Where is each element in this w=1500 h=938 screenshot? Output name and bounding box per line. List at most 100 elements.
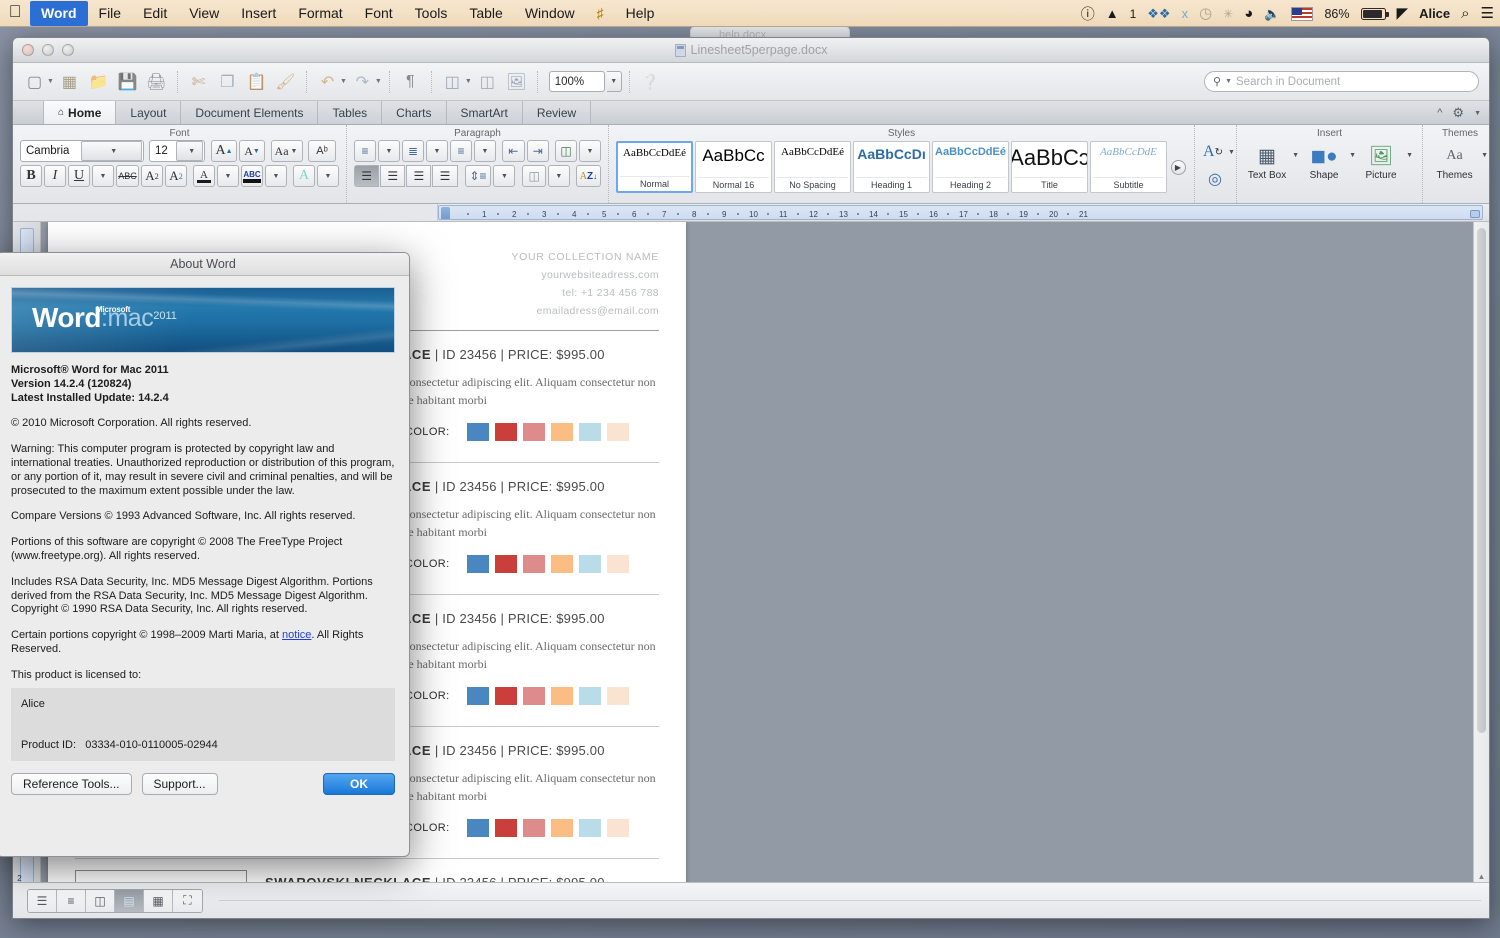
font-color-dropdown-icon[interactable]: ▼ [217, 165, 239, 187]
columns-dropdown-icon[interactable]: ▼ [465, 78, 472, 85]
color-swatch[interactable] [522, 687, 545, 705]
color-swatch[interactable] [466, 819, 489, 837]
underline-dropdown-icon[interactable]: ▼ [92, 165, 114, 187]
menu-item-help[interactable]: Help [615, 1, 666, 26]
media-browser-icon[interactable]: 🖼 [503, 68, 530, 95]
menu-item-font[interactable]: Font [354, 1, 404, 26]
insert-shape[interactable]: ◼● Shape [1301, 142, 1347, 182]
menu-item-file[interactable]: File [88, 1, 133, 26]
new-document-dropdown-icon[interactable]: ▼ [47, 78, 54, 85]
align-center-icon[interactable]: ☰ [380, 165, 406, 187]
text-effects-dropdown-icon[interactable]: ▼ [317, 165, 339, 187]
cut-icon[interactable]: ✄ [185, 68, 212, 95]
change-case-icon[interactable]: Aa ▼ [271, 140, 303, 162]
increase-indent-icon[interactable]: ⇥ [526, 140, 549, 162]
multilevel-list-icon[interactable]: ≡ [450, 140, 472, 162]
font-color-button[interactable]: A [193, 165, 215, 187]
zoom-window-button[interactable] [62, 44, 74, 56]
format-painter-icon[interactable]: 🖌 [272, 68, 299, 95]
color-swatch[interactable] [522, 423, 545, 441]
minimize-window-button[interactable] [42, 44, 54, 56]
borders-dropdown-icon[interactable]: ▼ [579, 140, 601, 162]
outline-view-icon[interactable]: ≡ [57, 889, 86, 912]
menu-item-window[interactable]: Window [514, 1, 586, 26]
color-swatch[interactable] [550, 687, 573, 705]
change-styles-icon[interactable]: A ↻ [1202, 140, 1224, 164]
themes-dropdown-icon[interactable]: ▼ [1479, 142, 1489, 159]
shading-dropdown-icon[interactable]: ▼ [547, 165, 570, 187]
color-swatch[interactable] [466, 423, 489, 441]
italic-button[interactable]: I [44, 165, 66, 187]
spotlight-search-icon[interactable]: ⌕ [1461, 6, 1469, 21]
color-swatch[interactable] [550, 423, 573, 441]
font-name-dropdown-icon[interactable]: ▼ [80, 141, 142, 161]
color-swatch[interactable] [606, 687, 629, 705]
color-swatch[interactable] [578, 819, 601, 837]
open-icon[interactable]: 📁 [85, 68, 112, 95]
align-justify-icon[interactable]: ☰ [432, 165, 458, 187]
bold-button[interactable]: B [20, 165, 42, 187]
color-swatch[interactable] [578, 687, 601, 705]
clear-formatting-icon[interactable]: Aᵇ [308, 140, 336, 162]
draft-view-icon[interactable]: ☰ [28, 889, 57, 912]
bulleted-list-dropdown-icon[interactable]: ▼ [378, 140, 400, 162]
text-box-dropdown-icon[interactable]: ▼ [1290, 142, 1301, 159]
scroll-up-icon[interactable]: ▲ [1476, 871, 1487, 882]
tab-home[interactable]: ⌂ Home [43, 101, 117, 124]
zoom-input[interactable]: 100% [548, 71, 605, 92]
clock-icon[interactable]: ◷ [1199, 6, 1212, 21]
line-spacing-icon[interactable]: ⇕≡ [464, 165, 492, 187]
color-swatch[interactable] [578, 423, 601, 441]
user-menu-label[interactable]: Alice [1419, 6, 1450, 21]
gear-icon[interactable]: ⚙ [1452, 105, 1464, 121]
vertical-scrollbar[interactable]: ▲ ◎ ▼ [1473, 222, 1489, 906]
underline-button[interactable]: U [68, 165, 90, 187]
horizontal-ruler[interactable]: 1 2 3 4 5 6 7 8 9 10 11 12 13 14 15 16 1… [438, 205, 1483, 220]
numbered-list-icon[interactable]: ≣ [402, 140, 424, 162]
borders-icon[interactable]: ◫ [555, 140, 577, 162]
numbered-list-dropdown-icon[interactable]: ▼ [426, 140, 448, 162]
font-name-combo[interactable]: Cambria ▼ [20, 140, 144, 162]
apple-menu-icon[interactable]:  [0, 3, 30, 23]
tab-review[interactable]: Review [521, 101, 592, 124]
bulleted-list-icon[interactable]: ≡ [354, 140, 376, 162]
color-swatch[interactable] [606, 819, 629, 837]
x11-icon[interactable]: x [1182, 7, 1189, 20]
insert-picture[interactable]: 🖼 Picture [1358, 142, 1404, 181]
notice-link[interactable]: notice [282, 629, 311, 641]
style-heading-2[interactable]: AaBbCcDdEé Heading 2 [932, 141, 1009, 193]
dropbox-icon[interactable]: ⓘ [1081, 7, 1095, 21]
search-in-document-field[interactable]: ⚲ ▼ Search in Document [1204, 71, 1479, 92]
zoom-dropdown-icon[interactable]: ▼ [606, 71, 622, 92]
style-heading-1[interactable]: AaBbCcDı Heading 1 [853, 141, 930, 193]
sort-icon[interactable]: A Z ↓ [575, 165, 601, 187]
font-size-dropdown-icon[interactable]: ▼ [175, 141, 203, 161]
menu-item-table[interactable]: Table [458, 1, 513, 26]
toolbox-icon[interactable]: ◎ [1202, 167, 1228, 191]
sidebar-icon[interactable]: ◫ [474, 68, 501, 95]
save-icon[interactable]: 💾 [114, 68, 141, 95]
menu-item-view[interactable]: View [178, 1, 230, 26]
color-swatch[interactable] [494, 555, 517, 573]
color-swatch[interactable] [494, 687, 517, 705]
decrease-indent-icon[interactable]: ⇤ [502, 140, 525, 162]
style-no-spacing[interactable]: AaBbCcDdEé No Spacing [774, 141, 851, 193]
strikethrough-button[interactable]: ABC [116, 165, 139, 187]
sync-icon[interactable]: ❖❖ [1147, 7, 1170, 20]
ok-button[interactable]: OK [323, 773, 395, 796]
collapse-ribbon-icon[interactable]: ^ [1437, 107, 1442, 119]
wifi-icon[interactable]: ◕ [1244, 6, 1253, 21]
close-window-button[interactable] [22, 44, 34, 56]
style-normal[interactable]: AaBbCcDdEé Normal [616, 141, 693, 193]
grow-font-icon[interactable]: A ▲ [211, 140, 237, 162]
tab-document-elements[interactable]: Document Elements [180, 101, 319, 124]
print-layout-view-icon[interactable]: ▤ [115, 889, 144, 912]
color-swatch[interactable] [550, 819, 573, 837]
font-size-combo[interactable]: 12 ▼ [149, 140, 205, 162]
shading-icon[interactable]: ◫ [522, 165, 546, 187]
style-normal-16[interactable]: AaBbCc Normal 16 [695, 141, 772, 193]
highlight-dropdown-icon[interactable]: ▼ [265, 165, 287, 187]
paste-icon[interactable]: 📋 [243, 68, 270, 95]
line-spacing-dropdown-icon[interactable]: ▼ [493, 165, 516, 187]
menu-item-insert[interactable]: Insert [230, 1, 287, 26]
